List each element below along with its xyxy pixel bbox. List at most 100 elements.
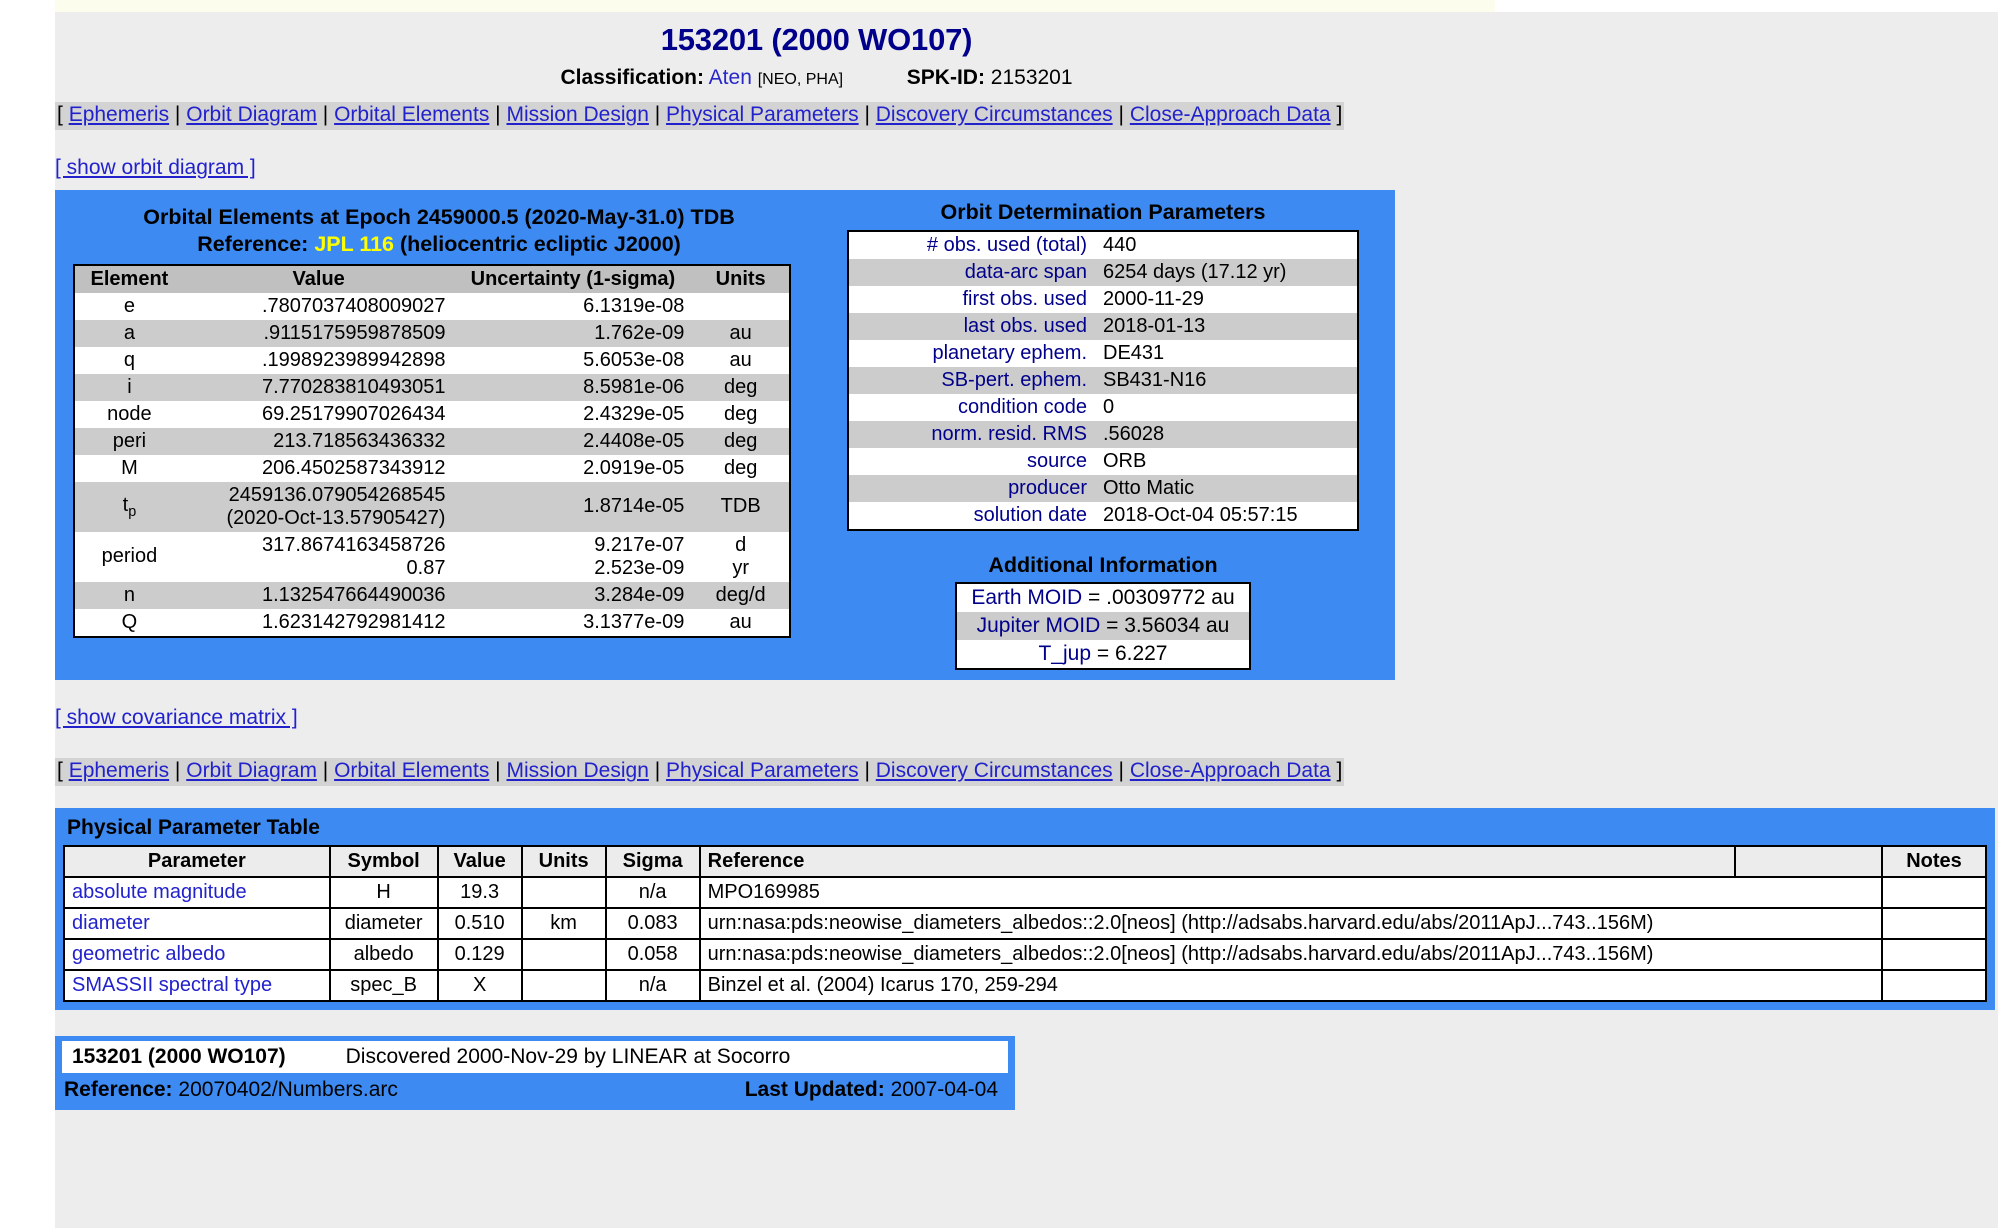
odp-key: data-arc span xyxy=(848,259,1095,286)
col-header-blank xyxy=(1734,845,1883,878)
pp-parameter[interactable]: diameter xyxy=(63,907,331,940)
odp-value: DE431 xyxy=(1095,340,1358,367)
element-value: 317.8674163458726 0.87 xyxy=(183,531,454,582)
element-name[interactable]: e xyxy=(74,292,184,320)
odp-key: SB-pert. ephem. xyxy=(848,367,1095,394)
element-name[interactable]: i xyxy=(74,373,184,401)
odp-key: last obs. used xyxy=(848,313,1095,340)
nav-item-physical-parameters[interactable]: Physical Parameters xyxy=(666,759,859,782)
col-header-units: Units xyxy=(520,845,607,878)
element-name[interactable]: M xyxy=(74,454,184,482)
odp-key: first obs. used xyxy=(848,286,1095,313)
col-header-sigma: Sigma xyxy=(604,845,701,878)
nav-item-discovery-circumstances[interactable]: Discovery Circumstances xyxy=(876,759,1113,782)
pp-sigma: 0.058 xyxy=(604,938,701,971)
pp-symbol: spec_B xyxy=(328,969,439,1002)
odp-value: ORB xyxy=(1095,448,1358,475)
table-row: i 7.770283810493051 8.5981e-06 deg xyxy=(74,373,790,401)
orbit-determination-heading: Orbit Determination Parameters xyxy=(940,200,1266,224)
element-value: 213.718563436332 xyxy=(183,427,454,455)
odp-key: producer xyxy=(848,475,1095,502)
odp-key: planetary ephem. xyxy=(848,340,1095,367)
nav-separator: | xyxy=(174,103,181,126)
nav-item-orbit-diagram[interactable]: Orbit Diagram xyxy=(186,759,317,782)
discovery-object-name: 153201 (2000 WO107) xyxy=(72,1045,286,1068)
table-row: e .7807037408009027 6.1319e-08 xyxy=(74,292,790,320)
nav-separator: | xyxy=(864,103,870,126)
orbit-determination-section: Orbit Determination Parameters # obs. us… xyxy=(823,198,1383,670)
nav-close-bracket: ] xyxy=(1336,103,1343,126)
pp-sigma: n/a xyxy=(604,876,701,909)
nav-separator: | xyxy=(322,759,329,782)
additional-information-heading: Additional Information xyxy=(988,553,1218,577)
nav-item-close-approach-data[interactable]: Close-Approach Data xyxy=(1130,759,1331,782)
col-header-symbol: Symbol xyxy=(328,845,439,878)
col-header-notes: Notes xyxy=(1881,845,1987,878)
element-value: 2459136.079054268545 (2020-Oct-13.579054… xyxy=(183,481,454,532)
element-uncertainty: 6.1319e-08 xyxy=(453,292,693,320)
element-name[interactable]: Q xyxy=(74,608,184,637)
element-name[interactable]: node xyxy=(74,400,184,428)
sbdb-page: 153201 (2000 WO107) Classification: Aten… xyxy=(55,12,1998,1228)
orbital-elements-reference-line: Reference: JPL 116 (heliocentric eclipti… xyxy=(55,231,823,258)
element-units: deg xyxy=(692,454,790,482)
odp-value: 0 xyxy=(1095,394,1358,421)
nav-item-discovery-circumstances[interactable]: Discovery Circumstances xyxy=(876,103,1113,126)
element-name[interactable]: peri xyxy=(74,427,184,455)
odp-key: # obs. used (total) xyxy=(848,231,1095,259)
table-row: M 206.4502587343912 2.0919e-05 deg xyxy=(74,454,790,482)
col-header-element: Element xyxy=(74,264,184,293)
odp-key: condition code xyxy=(848,394,1095,421)
nav-item-physical-parameters[interactable]: Physical Parameters xyxy=(666,103,859,126)
col-header-reference: Reference xyxy=(698,845,1737,878)
element-name[interactable]: q xyxy=(74,346,184,374)
pp-reference: urn:nasa:pds:neowise_diameters_albedos::… xyxy=(698,907,1884,940)
reference-frame: (heliocentric ecliptic J2000) xyxy=(400,231,681,256)
spkid-label: SPK-ID: xyxy=(906,66,985,89)
element-uncertainty-days: 9.217e-07 xyxy=(594,533,685,556)
col-header-uncertainty: Uncertainty (1-sigma) xyxy=(453,264,693,293)
pp-reference: Binzel et al. (2004) Icarus 170, 259-294 xyxy=(698,969,1884,1002)
show-covariance-matrix-link[interactable]: [ show covariance matrix ] xyxy=(55,706,298,729)
nav-separator: | xyxy=(1118,103,1124,126)
pp-notes xyxy=(1881,876,1987,909)
nav-separator: | xyxy=(1118,759,1124,782)
spkid-value: 2153201 xyxy=(990,66,1073,89)
nav-item-orbit-diagram[interactable]: Orbit Diagram xyxy=(186,103,317,126)
discovery-updated: Last Updated: 2007-04-04 xyxy=(745,1078,998,1102)
nav-separator: | xyxy=(864,759,870,782)
orbit-determination-table: # obs. used (total) 440 data-arc span 62… xyxy=(847,230,1359,531)
odp-value: 440 xyxy=(1095,231,1358,259)
element-name[interactable]: n xyxy=(74,581,184,609)
nav-item-ephemeris[interactable]: Ephemeris xyxy=(69,103,169,126)
nav-item-close-approach-data[interactable]: Close-Approach Data xyxy=(1130,103,1331,126)
pp-parameter[interactable]: geometric albedo xyxy=(63,938,331,971)
col-header-units: Units xyxy=(692,264,790,293)
pp-symbol: H xyxy=(328,876,439,909)
nav-item-ephemeris[interactable]: Ephemeris xyxy=(69,759,169,782)
nav-item-mission-design[interactable]: Mission Design xyxy=(506,759,648,782)
table-row: absolute magnitude H 19.3 n/a MPO169985 xyxy=(63,876,1987,909)
table-row: # obs. used (total) 440 xyxy=(848,231,1358,259)
element-name[interactable]: a xyxy=(74,319,184,347)
pp-parameter[interactable]: SMASSII spectral type xyxy=(63,969,331,1002)
tjup-eq: = xyxy=(1091,642,1115,665)
pp-parameter[interactable]: absolute magnitude xyxy=(63,876,331,909)
orbital-elements-heading: Orbital Elements at Epoch 2459000.5 (202… xyxy=(55,198,823,264)
nav-item-mission-design[interactable]: Mission Design xyxy=(506,103,648,126)
show-orbit-diagram-row: [ show orbit diagram ] xyxy=(55,156,1998,180)
table-row: period 317.8674163458726 0.87 9.217e-07 … xyxy=(74,531,790,582)
show-orbit-diagram-link[interactable]: [ show orbit diagram ] xyxy=(55,156,256,179)
element-name[interactable]: period xyxy=(74,531,184,582)
table-row: q .1998923989942898 5.6053e-08 au xyxy=(74,346,790,374)
table-row: first obs. used 2000-11-29 xyxy=(848,286,1358,313)
element-name[interactable]: tp xyxy=(74,481,184,532)
nav-item-orbital-elements[interactable]: Orbital Elements xyxy=(334,103,489,126)
table-row: data-arc span 6254 days (17.12 yr) xyxy=(848,259,1358,286)
classification-value-link[interactable]: Aten xyxy=(709,66,752,89)
nav-item-orbital-elements[interactable]: Orbital Elements xyxy=(334,759,489,782)
pp-value: X xyxy=(436,969,523,1002)
pp-value: 0.129 xyxy=(436,938,523,971)
element-units: au xyxy=(692,319,790,347)
element-value: 206.4502587343912 xyxy=(183,454,454,482)
